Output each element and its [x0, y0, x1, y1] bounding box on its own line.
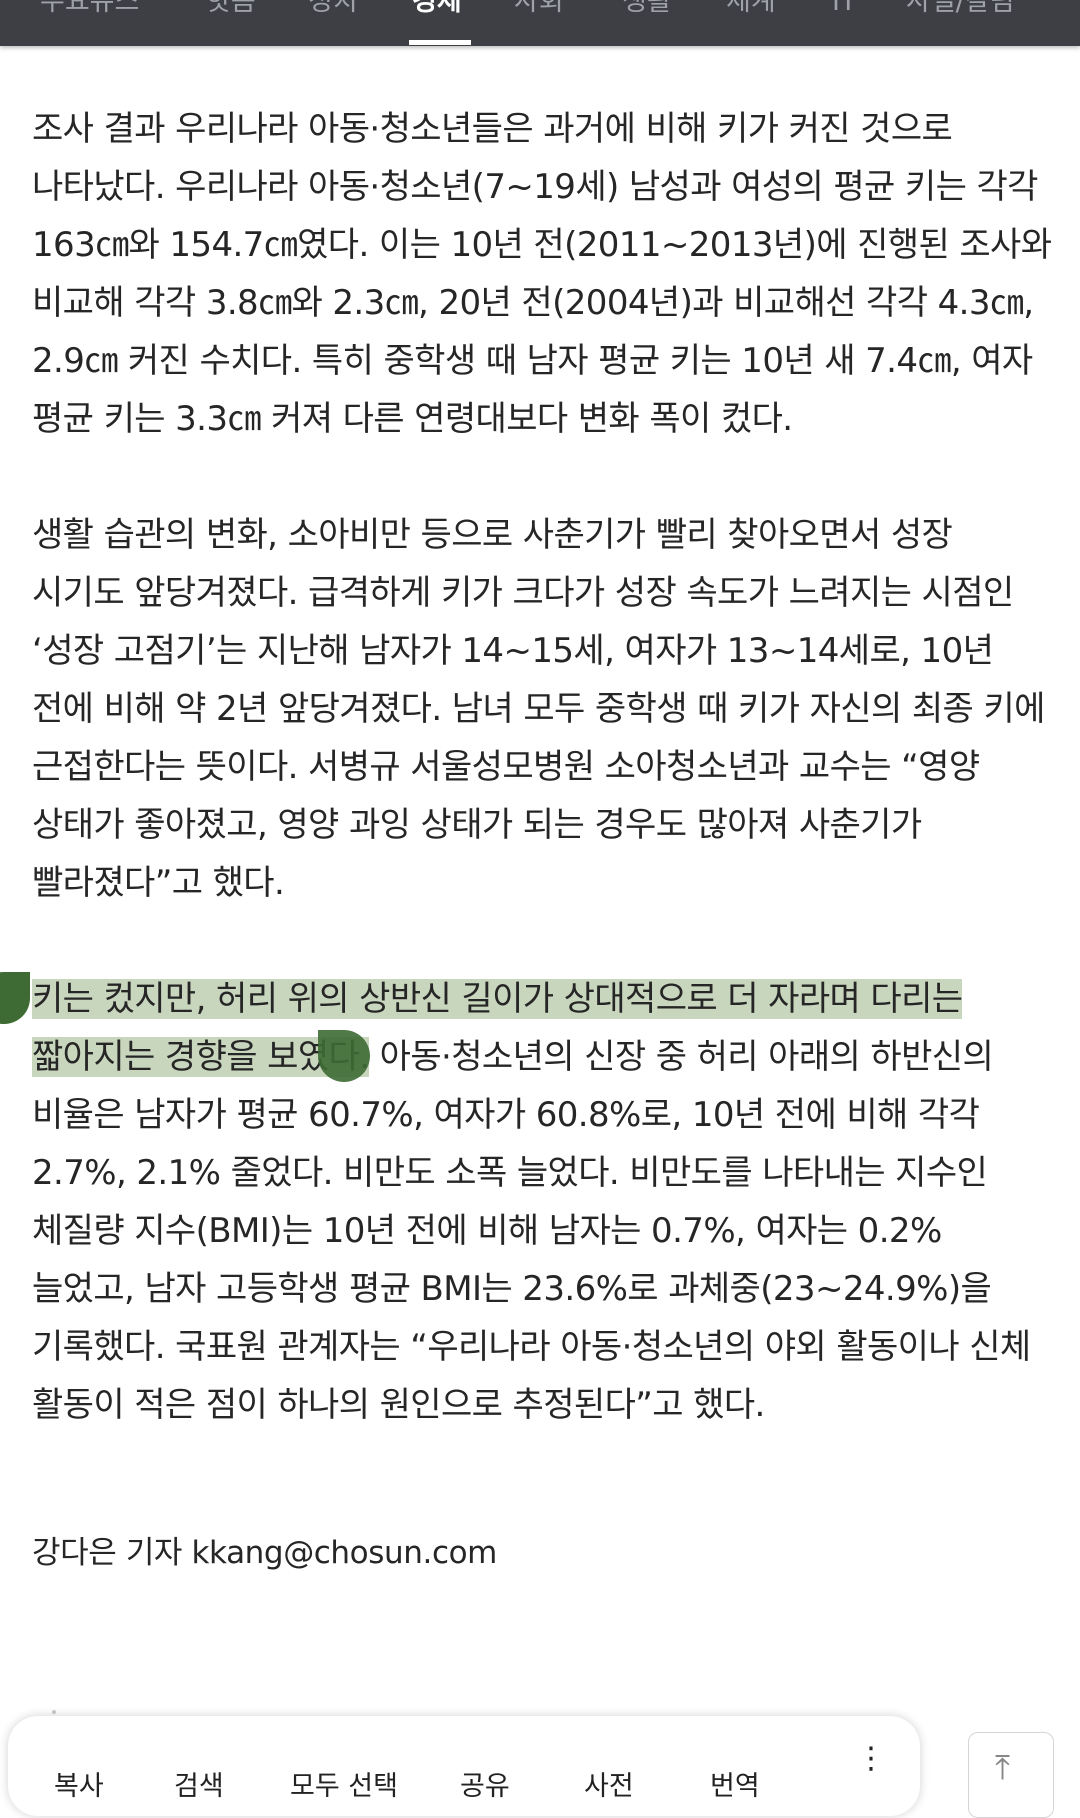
category-nav: 주요뉴스 핫픔 정치 경제 사회 생활 세계 IT 사설/칼럼: [0, 0, 1080, 46]
article-body: 조사 결과 우리나라 아동·청소년들은 과거에 비해 키가 커진 것으로 나타났…: [32, 100, 1052, 1434]
divider-dot: [52, 1710, 56, 1714]
tab-it[interactable]: IT: [832, 0, 856, 32]
tab-life[interactable]: 생활: [622, 0, 672, 32]
search-button[interactable]: 검색: [174, 1764, 224, 1803]
tab-world[interactable]: 세계: [726, 0, 776, 32]
copy-button[interactable]: 복사: [54, 1764, 104, 1803]
article-paragraph-2: 생활 습관의 변화, 소아비만 등으로 사춘기가 빨리 찾아오면서 성장 시기도…: [32, 515, 1045, 903]
more-vertical-icon[interactable]: ⋮: [856, 1744, 886, 1774]
tab-opinion[interactable]: 사설/칼럼: [906, 0, 1014, 32]
active-tab-indicator: [409, 40, 471, 45]
article-paragraph-3: 키는 컸지만, 허리 위의 상반신 길이가 상대적으로 더 자라며 다리는 짧아…: [32, 970, 1052, 1434]
text-selection-toolbar: 복사 검색 모두 선택 공유 사전 번역 ⋮: [8, 1716, 920, 1816]
translate-button[interactable]: 번역: [710, 1764, 760, 1803]
selection-end-handle[interactable]: [318, 1030, 370, 1082]
tab-hot[interactable]: 핫픔: [206, 0, 256, 32]
tab-main-news[interactable]: 주요뉴스: [40, 0, 139, 32]
dictionary-button[interactable]: 사전: [584, 1764, 634, 1803]
selection-start-handle[interactable]: [0, 972, 30, 1024]
arrow-up-icon: ⤒: [995, 1748, 1011, 1788]
tab-politics[interactable]: 정치: [308, 0, 358, 32]
tab-economy[interactable]: 경제: [412, 0, 462, 32]
tab-society[interactable]: 사회: [514, 0, 564, 32]
byline: 강다은 기자 kkang@chosun.com: [32, 1535, 497, 1571]
scroll-to-top-button[interactable]: ⤒: [968, 1732, 1054, 1818]
paragraph-3-rest: 아동·청소년의 신장 중 허리 아래의 하반신의 비율은 남자가 평균 60.7…: [32, 1037, 1031, 1425]
share-button[interactable]: 공유: [460, 1764, 510, 1803]
select-all-button[interactable]: 모두 선택: [290, 1764, 398, 1803]
article-paragraph-1: 조사 결과 우리나라 아동·청소년들은 과거에 비해 키가 커진 것으로 나타났…: [32, 109, 1052, 439]
